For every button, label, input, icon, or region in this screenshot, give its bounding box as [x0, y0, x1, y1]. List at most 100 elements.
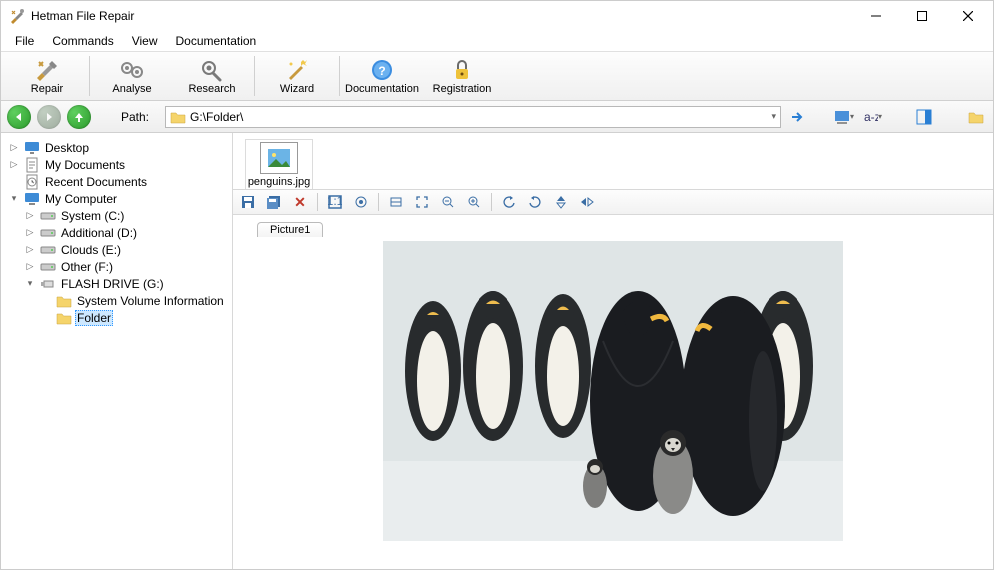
- tab-picture1[interactable]: Picture1: [257, 222, 323, 237]
- tree-desktop[interactable]: ▷ Desktop: [5, 139, 228, 156]
- expand-icon[interactable]: ▷: [23, 209, 37, 223]
- research-button[interactable]: Research: [172, 53, 252, 99]
- go-button[interactable]: [787, 106, 809, 128]
- analyse-icon: [118, 58, 146, 82]
- right-panel: penguins.jpg ✕ 1:1 Picture1: [233, 133, 993, 569]
- wizard-button[interactable]: Wizard: [257, 53, 337, 99]
- menubar: File Commands View Documentation: [1, 31, 993, 51]
- analyse-button[interactable]: Analyse: [92, 53, 172, 99]
- drive-icon: [40, 242, 56, 258]
- usb-icon: [40, 276, 56, 292]
- tree-label: Desktop: [43, 141, 91, 155]
- spacer: [39, 294, 53, 308]
- menu-file[interactable]: File: [7, 32, 42, 50]
- help-icon: ?: [368, 58, 396, 82]
- image-preview: [233, 237, 993, 569]
- tree-clouds-e[interactable]: ▷ Clouds (E:): [5, 241, 228, 258]
- sort-button[interactable]: a-z▾: [861, 106, 883, 128]
- toolbar-separator: [254, 56, 255, 96]
- preview-image: [383, 241, 843, 541]
- tree-system-c[interactable]: ▷ System (C:): [5, 207, 228, 224]
- tree-label: System Volume Information: [75, 294, 226, 308]
- collapse-icon[interactable]: ▾: [7, 192, 21, 206]
- file-thumbnail[interactable]: penguins.jpg: [245, 139, 313, 191]
- main-toolbar: Repair Analyse Research Wizard ? Documen…: [1, 51, 993, 101]
- up-button[interactable]: [67, 105, 91, 129]
- zoom-out-button[interactable]: [437, 191, 459, 213]
- back-button[interactable]: [7, 105, 31, 129]
- view-mode-button[interactable]: ▾: [833, 106, 855, 128]
- fit-button[interactable]: [350, 191, 372, 213]
- tree-my-documents[interactable]: ▷ My Documents: [5, 156, 228, 173]
- tree-label: Other (F:): [59, 260, 115, 274]
- folder-icon: [56, 310, 72, 326]
- expand-icon[interactable]: ▷: [23, 243, 37, 257]
- zoom-in-button[interactable]: [463, 191, 485, 213]
- path-label: Path:: [121, 110, 149, 124]
- rotate-right-button[interactable]: [524, 191, 546, 213]
- menu-documentation[interactable]: Documentation: [168, 32, 265, 50]
- flip-vertical-button[interactable]: [550, 191, 572, 213]
- viewer-toolbar: ✕ 1:1: [233, 189, 993, 215]
- delete-button[interactable]: ✕: [289, 191, 311, 213]
- minimize-button[interactable]: [853, 1, 899, 31]
- repair-button[interactable]: Repair: [7, 53, 87, 99]
- thumbnail-area[interactable]: penguins.jpg: [233, 133, 993, 189]
- folder-icon: [170, 109, 186, 125]
- folder-options-button[interactable]: [965, 106, 987, 128]
- tree-recent-documents[interactable]: Recent Documents: [5, 173, 228, 190]
- tree-folder[interactable]: Folder: [5, 309, 228, 326]
- spacer: [7, 175, 21, 189]
- path-field[interactable]: ▾: [165, 106, 781, 128]
- preview-toggle-button[interactable]: [913, 106, 935, 128]
- computer-icon: [24, 191, 40, 207]
- fullscreen-button[interactable]: [411, 191, 433, 213]
- folder-icon: [56, 293, 72, 309]
- expand-icon[interactable]: ▷: [7, 158, 21, 172]
- tree-additional-d[interactable]: ▷ Additional (D:): [5, 224, 228, 241]
- chevron-down-icon[interactable]: ▾: [771, 111, 776, 122]
- fit-width-button[interactable]: [385, 191, 407, 213]
- tree-flash-drive-g[interactable]: ▾ FLASH DRIVE (G:): [5, 275, 228, 292]
- wizard-icon: [283, 58, 311, 82]
- expand-icon[interactable]: ▷: [7, 141, 21, 155]
- separator: [378, 193, 379, 211]
- tree-label: Additional (D:): [59, 226, 139, 240]
- pathbar: Path: ▾ ▾ a-z▾: [1, 101, 993, 133]
- collapse-icon[interactable]: ▾: [23, 277, 37, 291]
- flip-horizontal-button[interactable]: [576, 191, 598, 213]
- forward-button[interactable]: [37, 105, 61, 129]
- expand-icon[interactable]: ▷: [23, 226, 37, 240]
- folder-tree[interactable]: ▷ Desktop ▷ My Documents Recent Document…: [1, 133, 233, 569]
- tree-other-f[interactable]: ▷ Other (F:): [5, 258, 228, 275]
- save-all-button[interactable]: [263, 191, 285, 213]
- documentation-button[interactable]: ? Documentation: [342, 53, 422, 99]
- file-name: penguins.jpg: [248, 176, 310, 188]
- toolbar-separator: [89, 56, 90, 96]
- expand-icon[interactable]: ▷: [23, 260, 37, 274]
- tree-label: Recent Documents: [43, 175, 149, 189]
- save-button[interactable]: [237, 191, 259, 213]
- close-button[interactable]: [945, 1, 991, 31]
- rotate-left-button[interactable]: [498, 191, 520, 213]
- recent-icon: [24, 174, 40, 190]
- tree-label: My Computer: [43, 192, 119, 206]
- analyse-label: Analyse: [112, 83, 151, 95]
- registration-button[interactable]: Registration: [422, 53, 502, 99]
- svg-text:?: ?: [378, 64, 385, 78]
- toolbar-separator: [339, 56, 340, 96]
- tree-system-volume-information[interactable]: System Volume Information: [5, 292, 228, 309]
- tree-my-computer[interactable]: ▾ My Computer: [5, 190, 228, 207]
- registration-label: Registration: [433, 83, 492, 95]
- lock-icon: [448, 58, 476, 82]
- maximize-button[interactable]: [899, 1, 945, 31]
- wizard-label: Wizard: [280, 83, 314, 95]
- image-file-icon: [260, 142, 298, 174]
- path-input[interactable]: [190, 108, 771, 126]
- actual-size-button[interactable]: 1:1: [324, 191, 346, 213]
- drive-icon: [40, 225, 56, 241]
- menu-view[interactable]: View: [124, 32, 166, 50]
- content-area: ▷ Desktop ▷ My Documents Recent Document…: [1, 133, 993, 569]
- menu-commands[interactable]: Commands: [44, 32, 121, 50]
- research-icon: [198, 58, 226, 82]
